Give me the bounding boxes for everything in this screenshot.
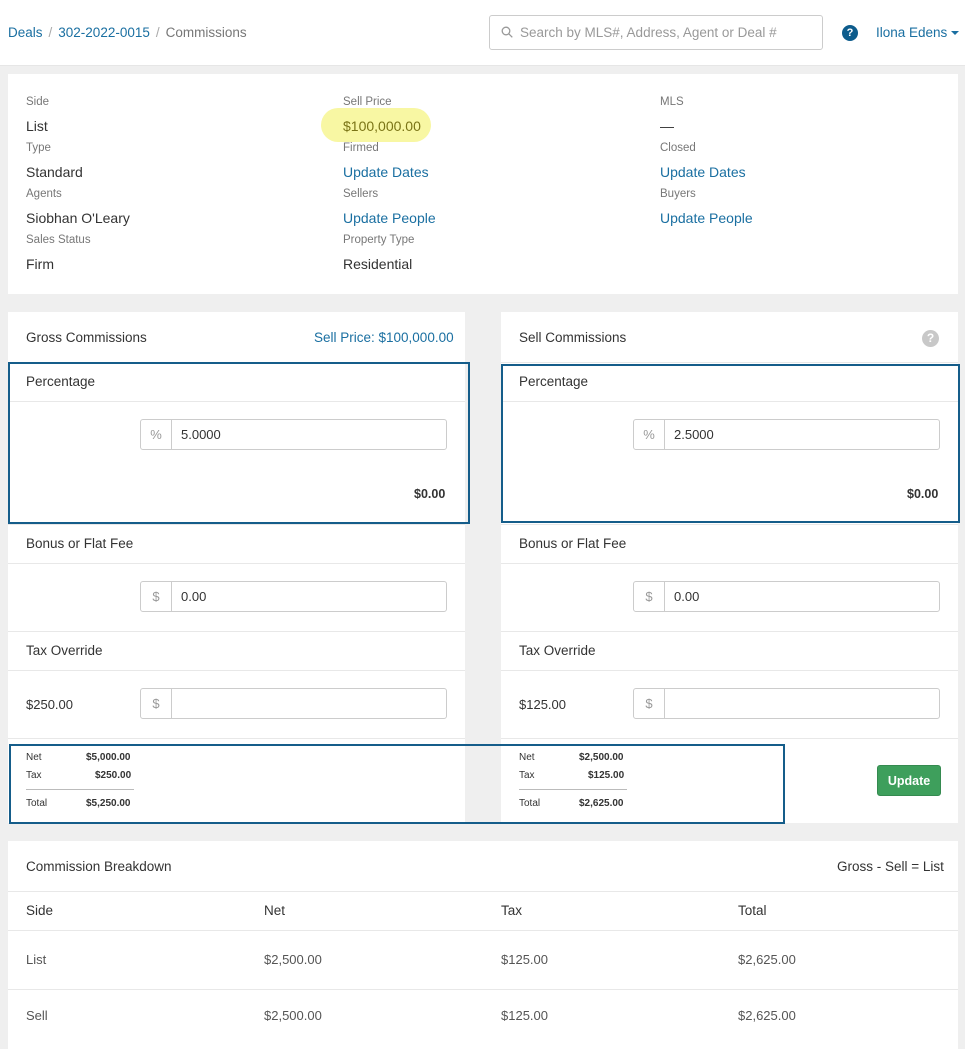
agents-label: Agents [26, 188, 62, 200]
row-side: Sell [26, 1008, 48, 1023]
row-tax: $125.00 [501, 952, 548, 967]
row-tax: $125.00 [501, 1008, 548, 1023]
gross-tax-override-label: Tax Override [26, 643, 103, 658]
divider [501, 631, 958, 632]
breadcrumb-deals-link[interactable]: Deals [8, 25, 43, 40]
deal-summary-card [8, 74, 958, 294]
user-menu[interactable]: Ilona Edens [876, 25, 960, 40]
dollar-addon: $ [634, 689, 665, 718]
column-header-tax: Tax [501, 903, 523, 918]
row-total: $2,625.00 [738, 952, 796, 967]
breadcrumb: Deals / 302-2022-0015 / Commissions [8, 25, 247, 40]
divider [501, 563, 958, 564]
divider [8, 738, 465, 739]
search-icon [501, 26, 513, 38]
gross-tax-override-input[interactable] [173, 689, 445, 718]
row-net: $2,500.00 [264, 1008, 322, 1023]
divider [501, 738, 958, 739]
closed-update-dates-link[interactable]: Update Dates [660, 164, 746, 180]
sell-price-label: Sell Price [343, 96, 392, 108]
gross-tax-amount: $250.00 [26, 697, 73, 712]
dollar-addon: $ [141, 689, 172, 718]
property-type-value: Residential [343, 256, 413, 272]
sell-tax-override-label: Tax Override [519, 643, 596, 658]
column-header-total: Total [738, 903, 767, 918]
sales-status-value: Firm [26, 256, 54, 272]
side-value: List [26, 118, 48, 134]
breadcrumb-current: Commissions [165, 25, 247, 40]
divider [501, 524, 958, 525]
sell-price-link[interactable]: Sell Price: $100,000.00 [314, 330, 454, 345]
buyers-update-people-link[interactable]: Update People [660, 210, 753, 226]
update-button[interactable]: Update [877, 765, 941, 796]
mls-label: MLS [660, 96, 684, 108]
divider [8, 891, 958, 892]
breadcrumb-separator: / [155, 25, 160, 40]
sell-bonus-label: Bonus or Flat Fee [519, 536, 627, 551]
sell-tax-amount: $125.00 [519, 697, 566, 712]
gross-tax-input-group: $ [140, 688, 447, 719]
user-name: Ilona Edens [876, 25, 948, 40]
divider [501, 670, 958, 671]
divider [8, 563, 465, 564]
sellers-label: Sellers [343, 188, 379, 200]
divider [8, 930, 958, 931]
search-input[interactable] [520, 16, 816, 49]
gross-bonus-input[interactable] [173, 582, 445, 611]
breadcrumb-deal-id-link[interactable]: 302-2022-0015 [58, 25, 150, 40]
help-icon[interactable]: ? [842, 25, 858, 41]
totals-highlight-box [9, 744, 785, 824]
gross-bonus-input-group: $ [140, 581, 447, 612]
row-total: $2,625.00 [738, 1008, 796, 1023]
sell-bonus-input[interactable] [666, 582, 938, 611]
divider [8, 524, 465, 525]
firmed-update-dates-link[interactable]: Update Dates [343, 164, 429, 180]
search-box[interactable] [489, 15, 823, 50]
gross-commissions-title: Gross Commissions [26, 330, 147, 345]
commission-breakdown-title: Commission Breakdown [26, 859, 172, 874]
question-circle-icon[interactable]: ? [922, 330, 939, 347]
property-type-label: Property Type [343, 234, 415, 246]
sell-price-value: $100,000.00 [343, 118, 421, 134]
breakdown-formula: Gross - Sell = List [837, 859, 944, 874]
type-label: Type [26, 142, 51, 154]
sell-tax-override-input[interactable] [666, 689, 938, 718]
type-value: Standard [26, 164, 83, 180]
breadcrumb-separator: / [48, 25, 53, 40]
sell-percentage-highlight-box [501, 364, 960, 523]
top-bar: Deals / 302-2022-0015 / Commissions ? Ilona … [0, 0, 965, 66]
agents-value: Siobhan O'Leary [26, 210, 130, 226]
divider [8, 989, 958, 990]
gross-percentage-highlight-box [8, 362, 470, 524]
divider [8, 670, 465, 671]
buyers-label: Buyers [660, 188, 696, 200]
row-net: $2,500.00 [264, 952, 322, 967]
mls-value: — [660, 118, 674, 134]
sell-tax-input-group: $ [633, 688, 940, 719]
column-header-side: Side [26, 903, 54, 918]
divider [501, 362, 958, 363]
dollar-addon: $ [634, 582, 665, 611]
row-side: List [26, 952, 47, 967]
sales-status-label: Sales Status [26, 234, 91, 246]
divider [8, 631, 465, 632]
closed-label: Closed [660, 142, 696, 154]
gross-bonus-label: Bonus or Flat Fee [26, 536, 134, 551]
sellers-update-people-link[interactable]: Update People [343, 210, 436, 226]
side-label: Side [26, 96, 50, 108]
chevron-down-icon [951, 31, 960, 36]
column-header-net: Net [264, 903, 286, 918]
firmed-label: Firmed [343, 142, 379, 154]
sell-bonus-input-group: $ [633, 581, 940, 612]
dollar-addon: $ [141, 582, 172, 611]
sell-commissions-title: Sell Commissions [519, 330, 627, 345]
